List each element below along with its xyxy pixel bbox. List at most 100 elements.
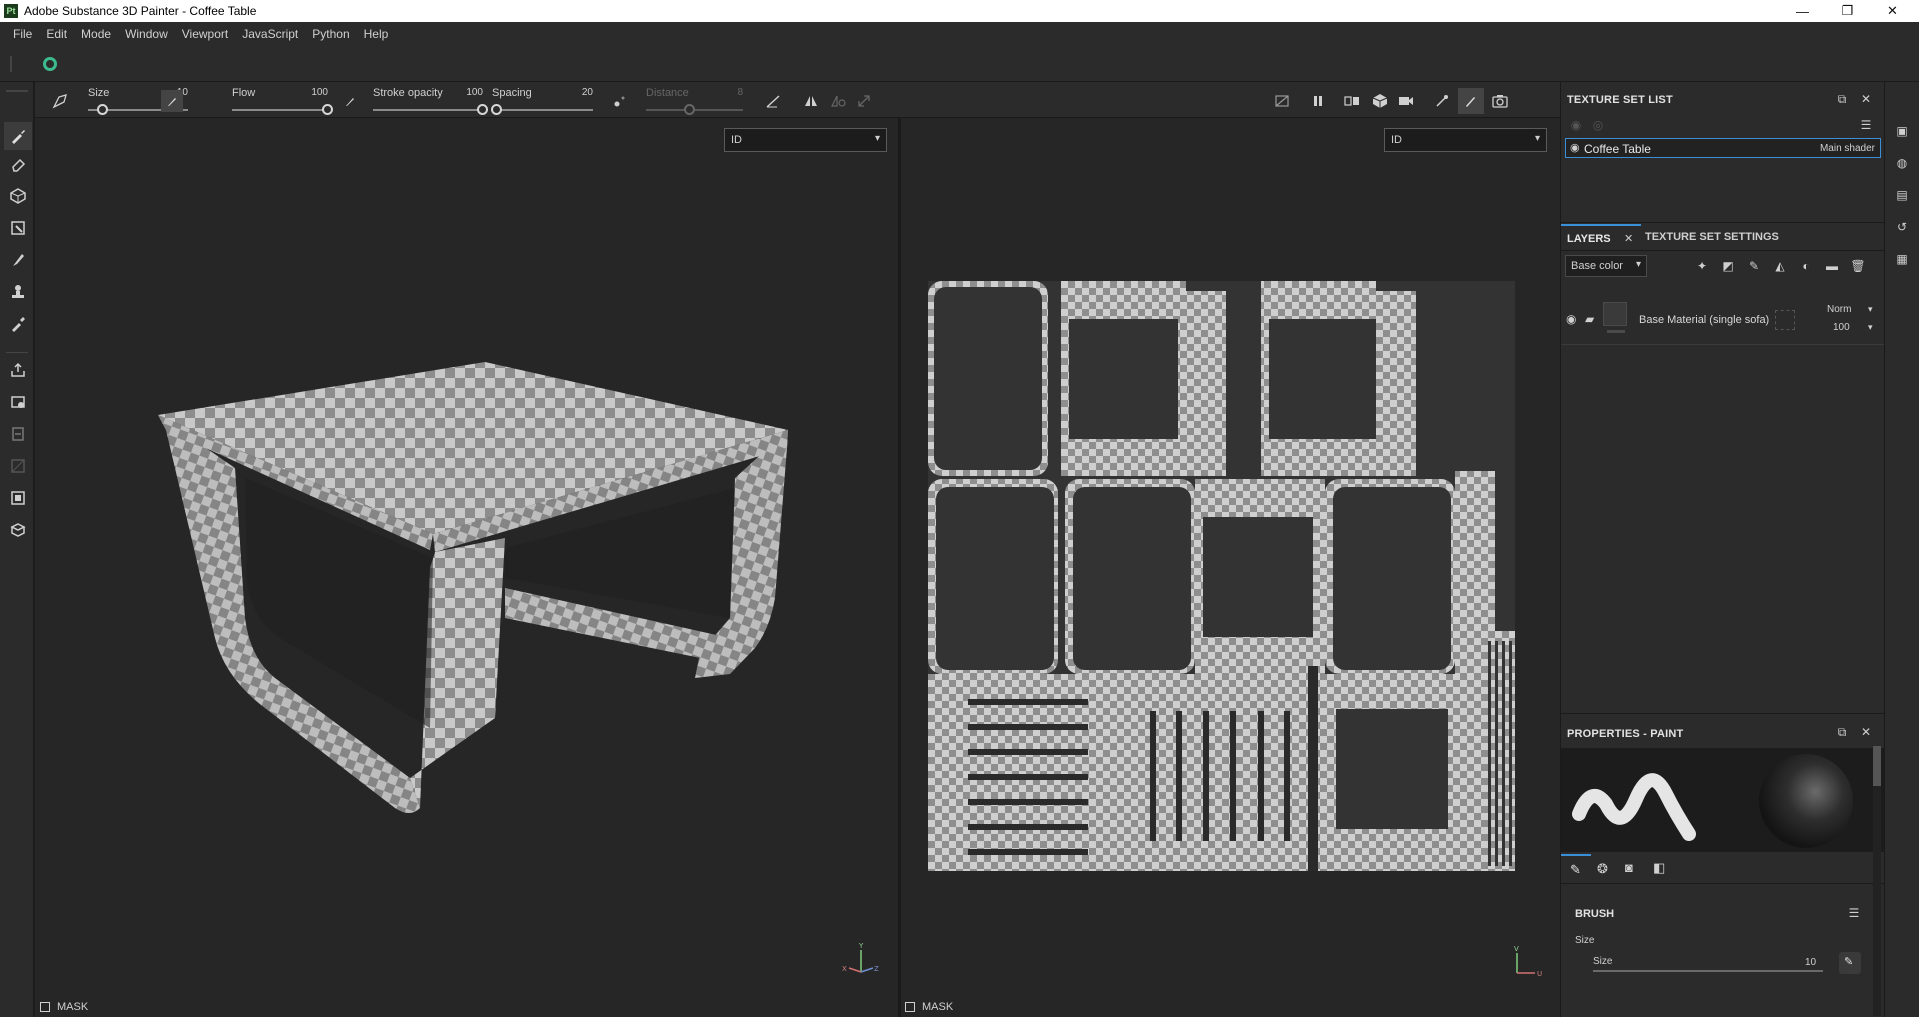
tab-texture-set-settings[interactable]: TEXTURE SET SETTINGS bbox=[1645, 224, 1795, 250]
smudge-icon[interactable] bbox=[8, 250, 28, 270]
eraser-icon[interactable] bbox=[8, 154, 28, 174]
add-folder-icon[interactable]: ▬ bbox=[1823, 257, 1841, 275]
size-param-slider[interactable] bbox=[1593, 970, 1823, 972]
menu-viewport[interactable]: Viewport bbox=[175, 27, 235, 41]
measure-icon[interactable] bbox=[8, 488, 28, 508]
hide-overlay-icon[interactable] bbox=[1271, 90, 1293, 112]
stroke-opacity-slider-track[interactable] bbox=[373, 109, 483, 111]
paint-brush-icon[interactable] bbox=[4, 122, 32, 150]
paint-mode-icon[interactable] bbox=[1458, 88, 1484, 114]
channel-select-2d[interactable]: ID ▾ bbox=[1384, 128, 1547, 152]
channel-dropdown[interactable]: Base color ▾ bbox=[1565, 255, 1647, 277]
menu-mode[interactable]: Mode bbox=[74, 27, 118, 41]
distance-slider-handle[interactable] bbox=[683, 104, 695, 115]
close-tab-icon[interactable]: ✕ bbox=[1624, 232, 1633, 245]
brush-preset-icon[interactable] bbox=[49, 90, 71, 112]
close-panel-icon[interactable]: ✕ bbox=[1857, 723, 1875, 741]
undock-icon[interactable]: ⧉ bbox=[1833, 90, 1851, 108]
flow-pressure-icon[interactable] bbox=[339, 90, 361, 112]
chevron-down-icon[interactable]: ▾ bbox=[1868, 304, 1873, 315]
export-icon[interactable] bbox=[8, 360, 28, 380]
size-pressure-icon[interactable] bbox=[161, 90, 183, 112]
spacing-slider-track[interactable] bbox=[492, 109, 593, 111]
add-smart-material-icon[interactable]: ◐ bbox=[1797, 257, 1815, 275]
display-settings-icon[interactable]: ▣ bbox=[1893, 122, 1911, 140]
alpha-icon[interactable]: ❂ bbox=[1597, 861, 1608, 877]
shelf-icon[interactable]: ▤ bbox=[1893, 186, 1911, 204]
size-slider-handle[interactable] bbox=[97, 104, 108, 115]
color-picker-icon[interactable] bbox=[8, 314, 28, 334]
hide-icon[interactable]: ◉ bbox=[1567, 116, 1585, 134]
material-icon[interactable]: ◧ bbox=[1653, 860, 1665, 876]
flow-slider-handle[interactable] bbox=[322, 104, 333, 115]
texture-set-row[interactable]: ◉ Coffee Table Main shader bbox=[1565, 138, 1881, 158]
maximize-button[interactable]: ❐ bbox=[1825, 0, 1870, 22]
bake-icon[interactable] bbox=[8, 392, 28, 412]
flow-slider-track[interactable] bbox=[232, 109, 328, 111]
menu-edit[interactable]: Edit bbox=[39, 27, 74, 41]
shader-settings-icon[interactable]: ◍ bbox=[1893, 154, 1911, 172]
viewport-3d[interactable]: ID ▾ Y X Z MASK bbox=[35, 118, 898, 1017]
menu-help[interactable]: Help bbox=[357, 27, 396, 41]
mask-toggle-2d[interactable]: MASK bbox=[905, 1001, 953, 1013]
add-paint-layer-icon[interactable]: ✎ bbox=[1745, 257, 1763, 275]
blend-mode[interactable]: Norm bbox=[1827, 304, 1851, 315]
chevron-down-icon[interactable]: ▾ bbox=[1868, 322, 1873, 333]
lazy-mouse-icon[interactable] bbox=[609, 90, 631, 112]
minimize-button[interactable]: — bbox=[1780, 0, 1825, 22]
tab-brush[interactable]: ✎ bbox=[1561, 854, 1591, 884]
size-param-value[interactable]: 10 bbox=[1805, 957, 1816, 968]
menu-python[interactable]: Python bbox=[305, 27, 356, 41]
clone-stamp-icon[interactable] bbox=[8, 282, 28, 302]
layer-row[interactable]: ◉ ▰ Base Material (single sofa) Norm ▾ 1… bbox=[1561, 298, 1885, 342]
uv-tools-icon[interactable] bbox=[8, 456, 28, 476]
history-icon[interactable]: ↺ bbox=[1893, 218, 1911, 236]
stencil-icon[interactable]: ◙ bbox=[1625, 860, 1633, 875]
channel-dropdown-value: Base color bbox=[1571, 260, 1623, 272]
camera-icon[interactable] bbox=[1395, 90, 1417, 112]
log-icon[interactable]: ▦ bbox=[1893, 250, 1911, 268]
iray-render-icon[interactable] bbox=[8, 424, 28, 444]
transform-icon[interactable] bbox=[853, 90, 875, 112]
plugin-status-icon[interactable] bbox=[43, 57, 57, 71]
close-window-button[interactable]: ✕ bbox=[1870, 0, 1915, 22]
lighting-icon[interactable] bbox=[1431, 90, 1453, 112]
mask-checkbox-3d[interactable] bbox=[40, 1002, 50, 1012]
layer-mask-slot[interactable] bbox=[1775, 310, 1795, 330]
undock-icon[interactable]: ⧉ bbox=[1833, 723, 1851, 741]
delete-layer-icon[interactable]: 🗑 bbox=[1849, 257, 1867, 275]
line-mode-icon[interactable] bbox=[762, 90, 784, 112]
view-cube-icon[interactable] bbox=[1369, 90, 1391, 112]
eye-icon[interactable]: ◉ bbox=[1570, 141, 1580, 154]
viewport-split-icon[interactable] bbox=[1341, 90, 1363, 112]
polygon-fill-icon[interactable] bbox=[8, 218, 28, 238]
layer-visibility-icon[interactable]: ◉ bbox=[1566, 312, 1576, 326]
mask-checkbox-2d[interactable] bbox=[905, 1002, 915, 1012]
baking-mesh-icon[interactable] bbox=[8, 520, 28, 540]
symmetry-icon[interactable] bbox=[800, 90, 822, 112]
mask-toggle-3d[interactable]: MASK bbox=[40, 1001, 88, 1013]
menu-javascript[interactable]: JavaScript bbox=[235, 27, 305, 41]
brush-menu-icon[interactable]: ☰ bbox=[1845, 904, 1863, 922]
list-menu-icon[interactable]: ☰ bbox=[1857, 116, 1875, 134]
viewport-2d[interactable]: ID ▾ V U MASK bbox=[901, 118, 1560, 1017]
stroke-opacity-slider-handle[interactable] bbox=[477, 104, 488, 115]
symmetry-settings-icon[interactable] bbox=[827, 90, 849, 112]
add-effect-icon[interactable]: ✦ bbox=[1693, 257, 1711, 275]
screenshot-icon[interactable] bbox=[1489, 90, 1511, 112]
menu-file[interactable]: File bbox=[6, 27, 39, 41]
shader-name[interactable]: Main shader bbox=[1820, 143, 1875, 154]
visibility-icon[interactable]: ◎ bbox=[1589, 116, 1607, 134]
add-mask-icon[interactable]: ◩ bbox=[1719, 257, 1737, 275]
scrollbar-track[interactable] bbox=[1873, 746, 1881, 1016]
projection-icon[interactable] bbox=[8, 186, 28, 206]
layer-opacity[interactable]: 100 bbox=[1833, 322, 1850, 333]
scrollbar-thumb[interactable] bbox=[1873, 746, 1881, 786]
tab-layers[interactable]: LAYERS ✕ bbox=[1561, 224, 1641, 250]
spacing-slider-handle[interactable] bbox=[491, 104, 503, 115]
size-pressure-toggle[interactable]: ✎ bbox=[1839, 952, 1861, 974]
pause-render-icon[interactable] bbox=[1307, 90, 1329, 112]
add-fill-layer-icon[interactable]: ◭ bbox=[1771, 257, 1789, 275]
menu-window[interactable]: Window bbox=[118, 27, 175, 41]
close-panel-icon[interactable]: ✕ bbox=[1857, 90, 1875, 108]
